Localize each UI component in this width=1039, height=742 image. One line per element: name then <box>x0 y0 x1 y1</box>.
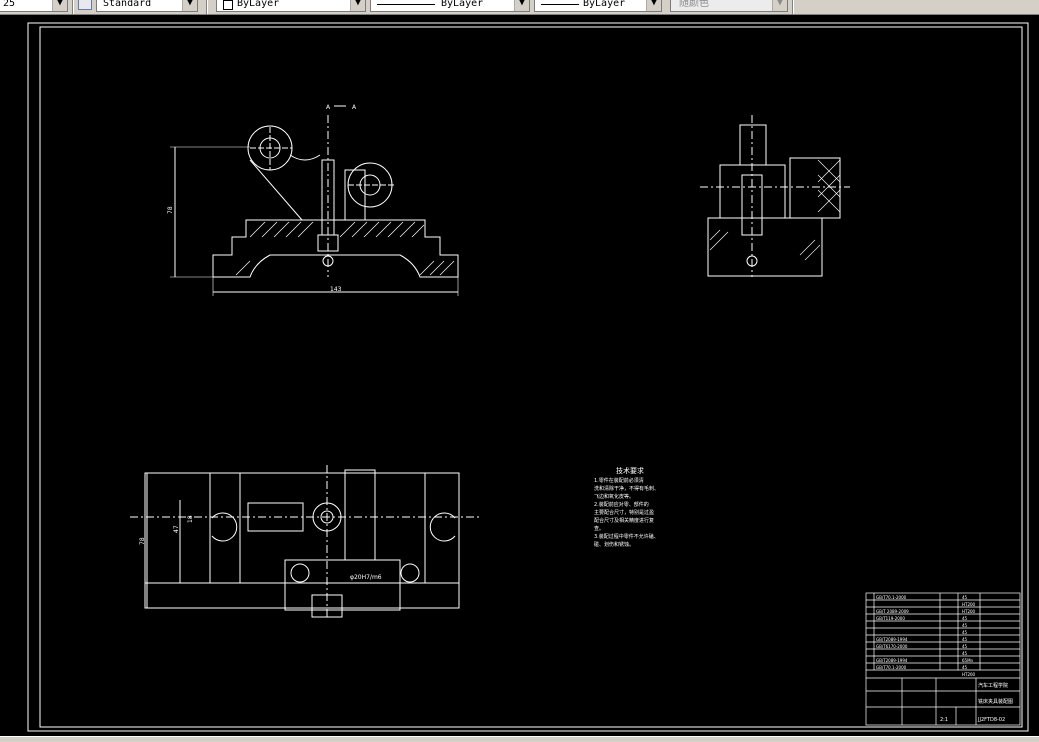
color-swatch-icon <box>223 0 233 10</box>
status-bar <box>0 736 1039 742</box>
part-code: GB/T119-2000 <box>876 616 905 621</box>
part-material: 45 <box>962 630 968 635</box>
dim-width-top: 143 <box>330 286 342 293</box>
chevron-down-icon: ▼ <box>52 0 67 11</box>
part-material: 45 <box>962 595 968 600</box>
chevron-down-icon: ▼ <box>182 0 197 11</box>
title-drawing-number: JJ2FTD8-02 <box>977 717 1005 723</box>
dimension-style-value: 25 <box>3 0 16 9</box>
tech-req-line: 洗和清除干净，不得有毛刺、 <box>594 485 659 492</box>
title-scale: 2:1 <box>940 717 948 723</box>
side-view <box>700 115 850 277</box>
tech-req-title: 技术要求 <box>616 466 644 475</box>
part-code: GB/T2089-1994 <box>876 658 908 663</box>
plot-style-combo[interactable]: 随颜色 ▼ <box>670 0 788 12</box>
toolbar-separator <box>206 0 208 14</box>
tech-req-line: 碰、划伤和锈蚀。 <box>594 541 634 548</box>
toolbar-separator <box>72 0 74 14</box>
part-material: 45 <box>962 644 968 649</box>
part-code: GB/T70.1-2000 <box>876 595 907 600</box>
part-material: HT200 <box>962 602 976 607</box>
plot-style-value: 随颜色 <box>679 0 709 9</box>
lineweight-value: ByLayer <box>583 0 626 9</box>
tech-req-line: 查。 <box>594 525 604 532</box>
dim-small-bottom: 18 <box>187 515 194 523</box>
fit-note: φ20H7/m6 <box>350 574 382 581</box>
title-drawing-name: 铣床夹具装配图 <box>978 698 1013 705</box>
part-material: HT200 <box>962 609 976 614</box>
part-material: 65Mn <box>962 658 974 663</box>
part-code: GB/T6170-2000 <box>876 644 908 649</box>
technical-requirements: 技术要求 1.零件在装配前必须清 洗和清除干净，不得有毛刺、 飞边和氧化皮等。 … <box>594 466 659 548</box>
dim-height-top: 78 <box>167 206 174 214</box>
tech-req-line: 1.零件在装配前必须清 <box>594 477 644 484</box>
layer-color-combo[interactable]: ByLayer ▼ <box>216 0 366 12</box>
top-view <box>130 465 480 620</box>
tech-req-line: 飞边和氧化皮等。 <box>594 493 634 500</box>
part-material: HT200 <box>962 672 976 677</box>
drawing-sheet: A A 78 143 78 47 18 φ20H7/m6 技术要求 1.零件在装… <box>27 22 1029 732</box>
chevron-down-icon: ▼ <box>646 0 661 11</box>
chevron-down-icon: ▼ <box>772 0 787 11</box>
part-material: 45 <box>962 616 968 621</box>
part-code: GB/T2089-1994 <box>876 637 908 642</box>
sheet-outer-border <box>27 22 1029 732</box>
tech-req-line: 配合尺寸及相关精度进行复 <box>594 517 654 524</box>
text-style-value: Standard <box>103 0 152 9</box>
part-material: 45 <box>962 651 968 656</box>
toolbar-separator <box>792 0 794 14</box>
lineweight-combo[interactable]: ByLayer ▼ <box>534 0 662 12</box>
part-material: 45 <box>962 623 968 628</box>
properties-toolbar: 25 ▼ Standard ▼ ByLayer ▼ ByLayer ▼ ByLa… <box>0 0 1039 15</box>
linetype-preview <box>377 4 435 5</box>
linetype-combo[interactable]: ByLayer ▼ <box>370 0 530 12</box>
part-material: 45 <box>962 637 968 642</box>
text-style-combo[interactable]: Standard ▼ <box>96 0 198 12</box>
dim-inner-bottom: 47 <box>173 525 180 533</box>
lineweight-preview <box>541 4 579 5</box>
sheet-inner-border <box>39 26 1023 728</box>
section-label-left: A <box>326 104 331 111</box>
chevron-down-icon: ▼ <box>514 0 529 11</box>
section-label-right: A <box>352 104 357 111</box>
title-school: 汽车工程学院 <box>978 682 1008 689</box>
part-code: GB/T70.1-2000 <box>876 665 907 670</box>
chevron-down-icon: ▼ <box>350 0 365 11</box>
front-view <box>170 105 459 296</box>
part-material: 45 <box>962 665 968 670</box>
linetype-value: ByLayer <box>441 0 484 9</box>
text-style-icon[interactable] <box>78 0 92 10</box>
dimension-style-combo[interactable]: 25 ▼ <box>0 0 68 12</box>
part-code: GB/T 2089-2009 <box>876 609 909 614</box>
tech-req-line: 3.装配过程中零件不允许磕、 <box>594 533 659 540</box>
dim-height-bottom: 78 <box>139 537 146 545</box>
model-space-canvas[interactable]: A A 78 143 78 47 18 φ20H7/m6 技术要求 1.零件在装… <box>0 15 1039 736</box>
layer-color-value: ByLayer <box>237 0 280 9</box>
tech-req-line: 2.装配前应对零、部件的 <box>594 501 649 508</box>
tech-req-line: 主要配合尺寸，特别是过盈 <box>594 509 654 516</box>
